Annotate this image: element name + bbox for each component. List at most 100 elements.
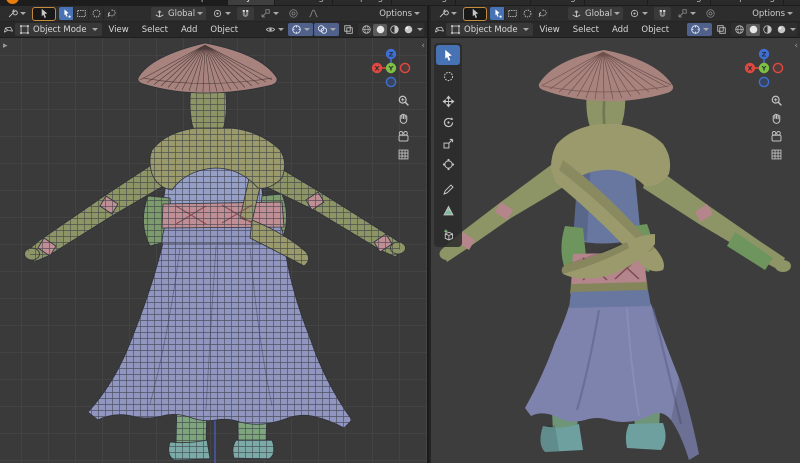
viewport-3d-solid[interactable]: ‹ [431,38,800,463]
shading-options-dropdown[interactable] [790,28,796,31]
xray-toggle-button[interactable] [340,23,357,36]
menu-window[interactable]: Window [130,0,180,5]
tab-layout[interactable]: Layout [228,0,275,5]
shading-wireframe-button[interactable] [732,24,746,36]
snap-toggle-button[interactable] [654,7,671,20]
tool-scale-button[interactable] [436,133,460,153]
select-menu[interactable]: Select [136,24,174,36]
select-mode-tweak-button[interactable] [59,7,74,20]
shading-wireframe-button[interactable] [359,24,373,36]
menu-render[interactable]: Render [84,0,130,5]
object-menu[interactable]: Object [204,24,244,36]
model-solid-parts[interactable] [440,50,792,460]
tab-animation[interactable]: Animation [585,0,647,5]
tool-select-box-button[interactable] [436,45,460,65]
zoom-icon[interactable] [770,94,783,107]
object-menu[interactable]: Object [635,24,675,36]
zoom-icon[interactable] [397,94,410,107]
tool-settings-dropdown[interactable] [4,7,29,20]
shading-solid-button[interactable] [746,24,760,36]
options-label: Options [752,9,785,19]
svg-text:Y: Y [388,64,394,72]
pivot-point-dropdown[interactable] [209,7,234,20]
active-tool-button[interactable] [32,7,56,21]
pan-hand-icon[interactable] [397,112,410,125]
options-dropdown[interactable]: Options [376,7,423,20]
tool-cursor-button[interactable] [436,66,460,86]
select-mode-box-button[interactable] [74,7,89,20]
svg-text:X: X [374,64,379,72]
proportional-edit-button[interactable] [702,7,719,20]
pan-hand-icon[interactable] [770,112,783,125]
object-visibility-dropdown[interactable] [262,23,287,36]
select-mode-circle-button[interactable] [89,7,104,20]
tool-move-button[interactable] [436,91,460,111]
xray-toggle-button[interactable] [713,23,730,36]
tab-shading[interactable]: Shading [531,0,584,5]
hat[interactable] [539,50,673,101]
shading-solid-button[interactable] [373,24,387,36]
tool-transform-button[interactable] [436,154,460,174]
tool-add-cube-button[interactable] [436,225,460,245]
tab-rendering[interactable]: Rendering [648,0,710,5]
tool-rotate-button[interactable] [436,112,460,132]
view-menu[interactable]: View [534,24,566,36]
camera-view-icon[interactable] [770,130,783,143]
editor-type-icon[interactable] [434,24,445,35]
mode-dropdown[interactable]: Object Mode [15,23,102,36]
camera-view-icon[interactable] [397,130,410,143]
tab-sculpting[interactable]: Sculpting [333,0,391,5]
menu-file[interactable]: File [23,0,52,5]
shading-rendered-button[interactable] [774,24,788,36]
active-tool-button[interactable] [463,7,487,21]
hat[interactable] [138,43,277,93]
proportional-falloff-dropdown[interactable] [305,7,322,20]
tool-measure-button[interactable] [436,200,460,220]
editor-type-icon[interactable] [3,24,14,35]
ortho-grid-icon[interactable] [770,148,783,161]
mode-dropdown[interactable]: Object Mode [446,23,533,36]
proportional-edit-button[interactable] [285,7,302,20]
menu-edit[interactable]: Edit [52,0,83,5]
orientation-label: Global [168,9,195,19]
shading-options-dropdown[interactable] [417,28,423,31]
snap-settings-dropdown[interactable] [674,7,699,20]
axis-gizmo[interactable]: Z X Y [369,46,413,90]
viewport-3d-wireframe[interactable]: ▸ ‹ [0,38,427,463]
select-mode-tweak-button[interactable] [490,7,505,20]
add-menu[interactable]: Add [175,24,203,36]
transform-orientation-dropdown[interactable]: Global [568,7,623,20]
tool-settings-dropdown[interactable] [435,7,460,20]
select-mode-lasso-button[interactable] [535,7,550,20]
pivot-point-dropdown[interactable] [626,7,651,20]
transform-orientation-dropdown[interactable]: Global [151,7,206,20]
menu-help[interactable]: Help [179,0,214,5]
select-menu[interactable]: Select [567,24,605,36]
axis-gizmo[interactable]: Z X Y [742,46,786,90]
gizmos-dropdown[interactable] [687,23,712,36]
ortho-grid-icon[interactable] [397,148,410,161]
snap-settings-dropdown[interactable] [257,7,282,20]
select-mode-box-button[interactable] [505,7,520,20]
character-model-wireframe[interactable] [0,38,427,463]
shading-mode-group [731,23,797,36]
tab-geometry-nodes[interactable]: Geometry Nodes [784,0,800,5]
shading-material-button[interactable] [387,24,401,36]
tab-texture-paint[interactable]: Texture Paint [456,0,530,5]
add-menu[interactable]: Add [606,24,634,36]
shading-material-button[interactable] [760,24,774,36]
gizmos-dropdown[interactable] [288,23,313,36]
shading-rendered-button[interactable] [401,24,415,36]
select-mode-lasso-button[interactable] [104,7,119,20]
character-model-solid[interactable] [431,38,800,463]
tab-uv-editing[interactable]: UV Editing [392,0,455,5]
tool-annotate-button[interactable] [436,179,460,199]
blender-logo-icon[interactable] [6,0,19,4]
tab-modeling[interactable]: Modeling [275,0,332,5]
select-mode-circle-button[interactable] [520,7,535,20]
view-menu[interactable]: View [103,24,135,36]
options-dropdown[interactable]: Options [749,7,796,20]
snap-toggle-button[interactable] [237,7,254,20]
tab-compositing[interactable]: Compositing [711,0,783,5]
overlays-dropdown[interactable] [314,23,339,36]
